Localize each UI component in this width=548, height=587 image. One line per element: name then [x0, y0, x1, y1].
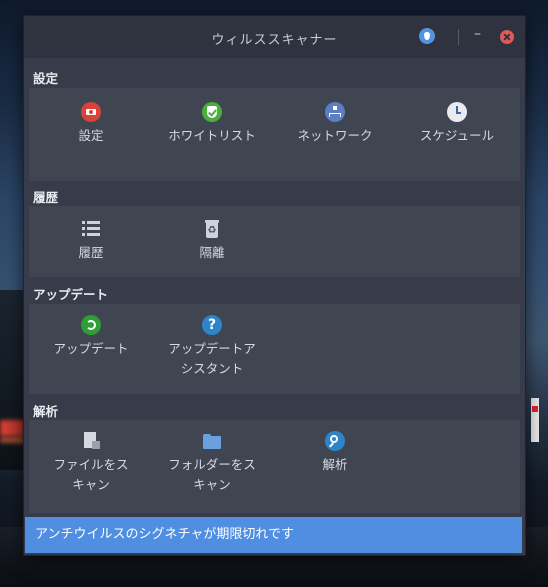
history-button[interactable]: 履歴	[35, 219, 147, 263]
schedule-button[interactable]: スケジュール	[401, 102, 513, 146]
scan-folder-label-line2: キャン	[193, 477, 231, 492]
analysis-label: 解析	[322, 457, 348, 472]
list-icon	[81, 219, 101, 239]
update-assistant-label-line1: アップデートア	[168, 341, 256, 356]
section-header-history: 履歴	[33, 190, 59, 205]
window-title: ウィルススキャナー	[211, 33, 338, 48]
scan-file-label-line1: ファイルをス	[53, 457, 129, 472]
shield-icon[interactable]	[419, 28, 435, 44]
status-bar[interactable]: アンチウイルスのシグネチャが期限切れです	[25, 517, 522, 553]
update-button[interactable]: アップデート	[35, 315, 147, 359]
settings-button[interactable]: 設定	[35, 102, 147, 146]
history-panel: 履歴 隔離	[29, 206, 520, 277]
app-window: ウィルススキャナー – 設定 設定 ホワイトリスト ネットワーク スケジュール …	[23, 15, 526, 556]
analysis-button[interactable]: 解析	[279, 431, 391, 475]
update-panel: アップデート ? アップデートア シスタント	[29, 304, 520, 394]
network-button[interactable]: ネットワーク	[279, 102, 391, 146]
settings-panel: 設定 ホワイトリスト ネットワーク スケジュール	[29, 88, 520, 181]
background-light-trail	[0, 420, 24, 436]
file-icon	[81, 431, 101, 451]
schedule-label: スケジュール	[419, 128, 495, 143]
history-label: 履歴	[78, 245, 104, 260]
titlebar[interactable]: ウィルススキャナー –	[24, 16, 525, 58]
magnifier-icon	[325, 431, 345, 451]
trash-recycle-icon	[202, 219, 222, 239]
update-icon	[81, 315, 101, 335]
close-icon[interactable]	[500, 30, 514, 44]
whitelist-label: ホワイトリスト	[168, 128, 256, 143]
network-label: ネットワーク	[297, 128, 373, 143]
shield-check-icon	[202, 102, 222, 122]
status-message: アンチウイルスのシグネチャが期限切れです	[35, 527, 294, 542]
minimize-button[interactable]: –	[472, 26, 484, 44]
section-header-analysis: 解析	[33, 404, 59, 419]
update-assistant-label-line2: シスタント	[180, 361, 244, 376]
scan-file-button[interactable]: ファイルをス キャン	[35, 431, 147, 495]
whitelist-button[interactable]: ホワイトリスト	[156, 102, 268, 146]
clock-icon	[447, 102, 467, 122]
analysis-panel: ファイルをス キャン フォルダーをス キャン 解析	[29, 420, 520, 513]
background-tree	[0, 290, 24, 470]
settings-icon	[81, 102, 101, 122]
section-header-settings: 設定	[33, 71, 59, 86]
quarantine-label: 隔離	[199, 245, 225, 260]
scan-file-label-line2: キャン	[72, 477, 110, 492]
network-icon	[325, 102, 345, 122]
titlebar-separator	[458, 29, 459, 45]
folder-icon	[202, 431, 222, 451]
scan-folder-label-line1: フォルダーをス	[168, 457, 256, 472]
update-label: アップデート	[53, 341, 129, 356]
help-icon: ?	[202, 315, 222, 335]
scan-folder-button[interactable]: フォルダーをス キャン	[156, 431, 268, 495]
section-header-update: アップデート	[33, 287, 109, 302]
background-post	[531, 398, 539, 442]
update-assistant-button[interactable]: ? アップデートア シスタント	[156, 315, 268, 379]
quarantine-button[interactable]: 隔離	[156, 219, 268, 263]
background-light-trail-2	[0, 437, 24, 443]
settings-label: 設定	[78, 128, 104, 143]
